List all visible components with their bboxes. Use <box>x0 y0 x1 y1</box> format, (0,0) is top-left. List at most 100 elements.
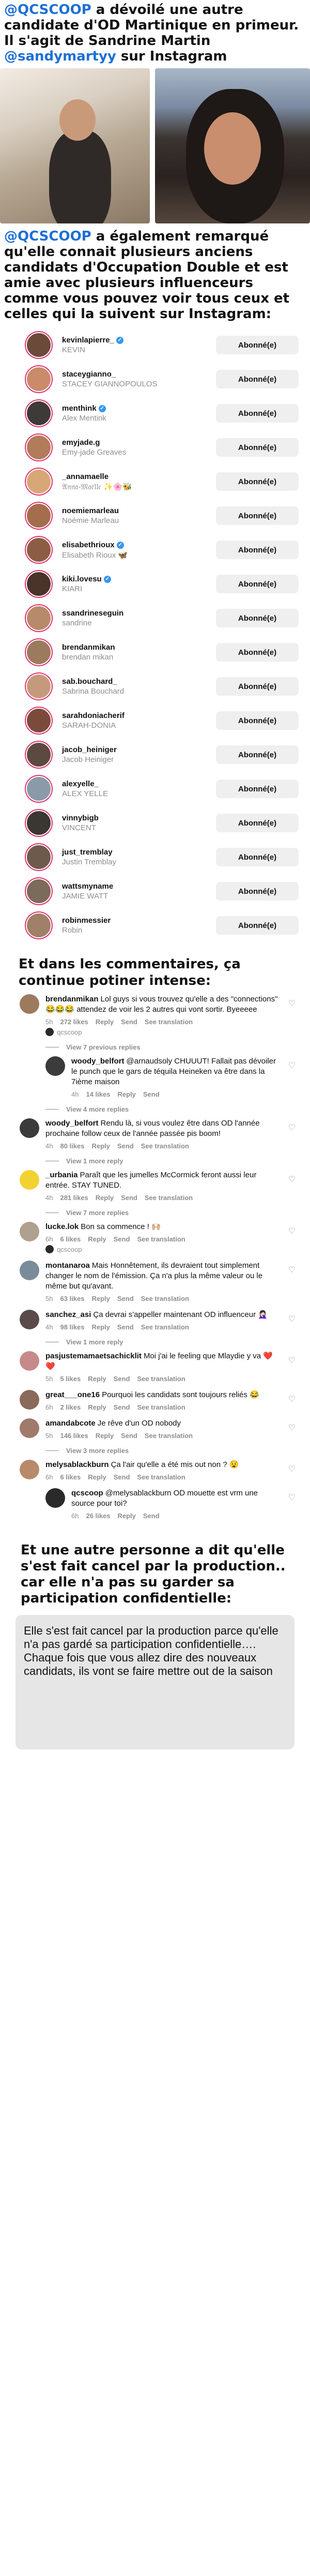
following-button[interactable]: Abonné(e) <box>216 404 299 423</box>
heart-icon[interactable]: ♡ <box>288 1394 296 1404</box>
comment-username[interactable]: sanchez_asi <box>45 1310 91 1319</box>
follower-username[interactable]: alexyelle_ <box>62 780 216 788</box>
following-button[interactable]: Abonné(e) <box>216 370 299 388</box>
see-translation-link[interactable]: See translation <box>141 1295 189 1302</box>
comment-username[interactable]: woody_belfort <box>45 1119 99 1128</box>
follower-username[interactable]: elisabethrioux ✓ <box>62 541 216 549</box>
see-translation-link[interactable]: See translation <box>137 1473 185 1481</box>
heart-icon[interactable]: ♡ <box>288 1174 296 1185</box>
see-translation-link[interactable]: See translation <box>137 1403 185 1411</box>
sandymartyy-mention[interactable]: @sandymartyy <box>4 49 116 64</box>
following-button[interactable]: Abonné(e) <box>216 711 299 730</box>
likes-count[interactable]: 5 likes <box>60 1375 81 1383</box>
avatar[interactable] <box>26 469 52 495</box>
reply-button[interactable]: Reply <box>91 1142 110 1150</box>
follower-username[interactable]: just_tremblay <box>62 848 216 857</box>
follower-username[interactable]: jacob_heiniger <box>62 745 216 754</box>
following-button[interactable]: Abonné(e) <box>216 814 299 832</box>
follower-row[interactable]: sarahdoniacherif SARAH-DONIA Abonné(e) <box>5 703 305 738</box>
follower-username[interactable]: emyjade.g <box>62 438 216 447</box>
view-replies-link[interactable]: View 3 more replies <box>45 1447 296 1455</box>
follower-row[interactable]: brendanmikan brendan mikan Abonné(e) <box>5 635 305 669</box>
follower-username[interactable]: brendanmikan <box>62 643 216 652</box>
comment-username[interactable]: montanaroa <box>45 1261 90 1270</box>
view-replies-link[interactable]: View 7 previous replies <box>45 1043 296 1051</box>
view-replies-label[interactable]: View 3 more replies <box>66 1447 129 1455</box>
likes-count[interactable]: 2 likes <box>60 1403 81 1411</box>
avatar[interactable] <box>26 605 52 631</box>
likes-count[interactable]: 63 likes <box>60 1295 84 1302</box>
follower-row[interactable]: noemiemarleau Noémie Marleau Abonné(e) <box>5 499 305 533</box>
avatar[interactable] <box>20 1118 39 1138</box>
avatar[interactable] <box>20 1222 39 1241</box>
avatar[interactable] <box>26 776 52 802</box>
see-translation-link[interactable]: See translation <box>145 1432 193 1440</box>
following-button[interactable]: Abonné(e) <box>216 848 299 866</box>
avatar[interactable] <box>26 810 52 836</box>
view-replies-link[interactable]: View 1 more reply <box>45 1157 296 1165</box>
following-button[interactable]: Abonné(e) <box>216 745 299 764</box>
heart-icon[interactable]: ♡ <box>288 1422 296 1433</box>
avatar[interactable] <box>26 400 52 426</box>
follower-row[interactable]: _annamaelle 𝔄𝔫𝔫𝔞-𝔐𝔞𝔢̈𝔩𝔩𝔢 ✨🌸🐝 Abonné(e) <box>5 465 305 499</box>
avatar[interactable] <box>20 1351 39 1371</box>
send-button[interactable]: Send <box>121 1194 137 1202</box>
send-button[interactable]: Send <box>114 1473 130 1481</box>
following-button[interactable]: Abonné(e) <box>216 609 299 627</box>
heart-icon[interactable]: ♡ <box>288 1492 296 1503</box>
see-translation-link[interactable]: See translation <box>145 1194 193 1202</box>
follower-row[interactable]: robinmessier Robin Abonné(e) <box>5 908 305 942</box>
following-button[interactable]: Abonné(e) <box>216 541 299 559</box>
reply-button[interactable]: Reply <box>96 1018 114 1026</box>
send-button[interactable]: Send <box>117 1142 134 1150</box>
avatar[interactable] <box>20 994 39 1014</box>
avatar[interactable] <box>45 1488 65 1508</box>
comment-username[interactable]: woody_belfort <box>71 1057 125 1066</box>
reply-button[interactable]: Reply <box>96 1432 114 1440</box>
likes-count[interactable]: 80 likes <box>60 1142 84 1150</box>
likes-count[interactable]: 6 likes <box>60 1235 81 1243</box>
avatar[interactable] <box>45 1056 65 1076</box>
follower-row[interactable]: wattsmyname JAMIE WATT Abonné(e) <box>5 874 305 908</box>
heart-icon[interactable]: ♡ <box>288 1355 296 1366</box>
send-button[interactable]: Send <box>114 1403 130 1411</box>
view-replies-label[interactable]: View 1 more reply <box>66 1157 123 1165</box>
likes-count[interactable]: 272 likes <box>60 1018 88 1026</box>
comment-username[interactable]: brendanmikan <box>45 995 99 1004</box>
comment-username[interactable]: lucke.lok <box>45 1222 79 1231</box>
send-button[interactable]: Send <box>143 1512 160 1520</box>
avatar[interactable] <box>26 878 52 904</box>
comment-username[interactable]: pasjustemamaetsachicklit <box>45 1352 142 1360</box>
following-button[interactable]: Abonné(e) <box>216 643 299 662</box>
see-translation-link[interactable]: See translation <box>137 1375 185 1383</box>
follower-username[interactable]: kiki.lovesu ✓ <box>62 575 216 583</box>
reply-button[interactable]: Reply <box>91 1323 110 1331</box>
view-replies-link[interactable]: View 7 more replies <box>45 1209 296 1217</box>
avatar[interactable] <box>20 1418 39 1438</box>
follower-row[interactable]: jacob_heiniger Jacob Heiniger Abonné(e) <box>5 738 305 772</box>
avatar[interactable] <box>26 571 52 597</box>
send-button[interactable]: Send <box>117 1323 134 1331</box>
avatar[interactable] <box>26 673 52 699</box>
view-replies-label[interactable]: View 1 more reply <box>66 1338 123 1346</box>
following-button[interactable]: Abonné(e) <box>216 438 299 457</box>
follower-row[interactable]: just_tremblay Justin Tremblay Abonné(e) <box>5 840 305 874</box>
reply-button[interactable]: Reply <box>88 1403 106 1411</box>
see-translation-link[interactable]: See translation <box>141 1323 189 1331</box>
follower-username[interactable]: noemiemarleau <box>62 506 216 515</box>
follower-username[interactable]: ssandrineseguin <box>62 609 216 618</box>
view-replies-label[interactable]: View 4 more replies <box>66 1105 129 1113</box>
send-button[interactable]: Send <box>121 1432 137 1440</box>
follower-username[interactable]: kevinlapierre_ ✓ <box>62 336 216 345</box>
follower-row[interactable]: kiki.lovesu ✓ KIARI Abonné(e) <box>5 567 305 601</box>
following-button[interactable]: Abonné(e) <box>216 472 299 491</box>
reply-button[interactable]: Reply <box>117 1512 135 1520</box>
heart-icon[interactable]: ♡ <box>288 1265 296 1275</box>
follower-row[interactable]: alexyelle_ ALEX YELLE Abonné(e) <box>5 772 305 806</box>
avatar[interactable] <box>20 1460 39 1479</box>
avatar[interactable] <box>26 366 52 392</box>
view-replies-label[interactable]: View 7 more replies <box>66 1209 129 1217</box>
following-button[interactable]: Abonné(e) <box>216 506 299 525</box>
heart-icon[interactable]: ♡ <box>288 1464 296 1474</box>
follower-username[interactable]: menthink ✓ <box>62 404 216 413</box>
